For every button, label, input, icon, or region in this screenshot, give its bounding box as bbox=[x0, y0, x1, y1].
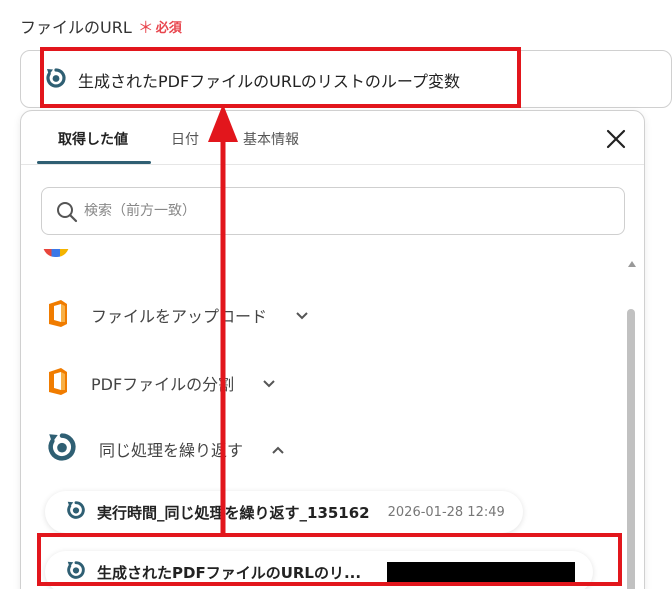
search-icon bbox=[56, 201, 78, 227]
value-item-time: 2026-01-28 12:49 bbox=[387, 504, 505, 520]
chevron-up-icon bbox=[271, 440, 285, 459]
close-icon bbox=[606, 129, 626, 149]
app-row-pdf-split[interactable]: PDFファイルの分割 bbox=[45, 363, 276, 403]
loop-icon bbox=[45, 430, 79, 468]
tab-bar: 取得した値 日付 基本情報 bbox=[21, 111, 644, 165]
google-icon bbox=[43, 249, 69, 257]
chevron-down-icon bbox=[262, 374, 276, 393]
value-item-execution-time[interactable]: 実行時間_同じ処理を繰り返す_135162 2026-01-28 12:49 bbox=[45, 491, 523, 533]
list-item-partial bbox=[43, 249, 483, 261]
field-label-text: ファイルのURL bbox=[20, 18, 132, 37]
search-input[interactable] bbox=[84, 203, 624, 219]
app-row-label: 同じ処理を繰り返す bbox=[99, 441, 244, 460]
loop-icon bbox=[65, 559, 87, 585]
selected-value-text: 生成されたPDFファイルのURLのリストのループ変数 bbox=[78, 72, 460, 91]
required-text: 必須 bbox=[155, 20, 182, 36]
required-star: ＊ bbox=[137, 18, 154, 37]
close-button[interactable] bbox=[602, 125, 630, 153]
app-row-label: ファイルをアップロード bbox=[91, 307, 268, 326]
redacted-value bbox=[387, 562, 576, 582]
loop-icon bbox=[44, 66, 68, 94]
tab-date[interactable]: 日付 bbox=[171, 129, 199, 149]
scroll-up-arrow-icon[interactable] bbox=[628, 261, 636, 267]
value-picker-panel: 取得した値 日付 基本情報 検索（前方一致） ファイルをアップロード PDFファ… bbox=[20, 110, 645, 589]
tab-basic-info[interactable]: 基本情報 bbox=[243, 129, 299, 149]
selected-value-chip[interactable]: 生成されたPDFファイルのURLのリストのループ変数 bbox=[44, 58, 460, 102]
value-list: ファイルをアップロード PDFファイルの分割 同じ処理を繰り返す 実行時間_同じ… bbox=[21, 249, 621, 589]
value-item-label: 生成されたPDFファイルのURLのリ... bbox=[97, 563, 362, 582]
value-item-pdf-url-loop[interactable]: 生成されたPDFファイルのURLのリ... bbox=[45, 551, 594, 589]
office-file-icon bbox=[45, 366, 71, 400]
app-row-loop[interactable]: 同じ処理を繰り返す bbox=[45, 429, 285, 469]
scrollbar[interactable] bbox=[626, 257, 638, 589]
field-label: ファイルのURL ＊ 必須 bbox=[20, 14, 182, 38]
active-tab-indicator bbox=[37, 161, 151, 164]
scroll-thumb[interactable] bbox=[627, 309, 635, 589]
office-file-icon bbox=[45, 298, 71, 332]
app-row-label: PDFファイルの分割 bbox=[91, 375, 235, 394]
tab-retrieved-values[interactable]: 取得した値 bbox=[58, 129, 128, 149]
value-item-label: 実行時間_同じ処理を繰り返す_135162 bbox=[97, 503, 370, 522]
app-row-file-upload[interactable]: ファイルをアップロード bbox=[45, 295, 309, 335]
chevron-down-icon bbox=[295, 306, 309, 325]
search-box[interactable] bbox=[41, 187, 625, 235]
loop-icon bbox=[65, 499, 87, 525]
